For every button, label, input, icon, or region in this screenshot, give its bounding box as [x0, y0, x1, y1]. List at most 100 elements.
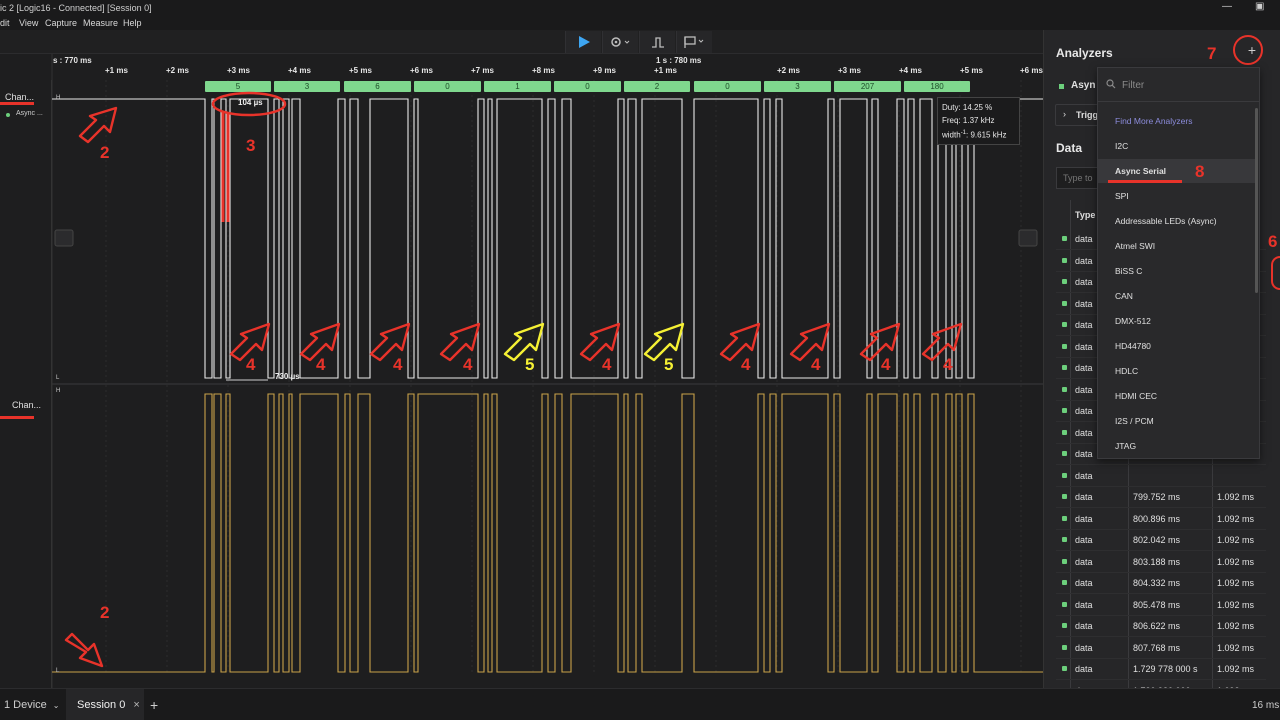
table-row[interactable]: data 806.622 ms 1.092 ms — [1056, 616, 1266, 638]
row-type: data — [1075, 599, 1093, 610]
annotation-circle — [1271, 256, 1280, 290]
dropdown-item-hdlc[interactable]: HDLC — [1098, 359, 1255, 383]
menu-edit[interactable]: dit — [0, 18, 10, 28]
byte-label[interactable]: 3 — [764, 82, 831, 91]
dropdown-scrollbar[interactable] — [1255, 108, 1258, 293]
dropdown-item-i2c[interactable]: I2C — [1098, 134, 1255, 158]
dropdown-item-addressable-leds[interactable]: Addressable LEDs (Async) — [1098, 209, 1255, 233]
table-row[interactable]: data 800.896 ms 1.092 ms — [1056, 509, 1266, 530]
table-row[interactable]: data 804.332 ms 1.092 ms — [1056, 573, 1266, 595]
row-duration: 1.092 ms — [1217, 492, 1255, 502]
start-capture-button[interactable] — [565, 31, 601, 53]
search-icon — [1106, 79, 1116, 89]
menu-capture[interactable]: Capture — [45, 18, 77, 28]
byte-label[interactable]: 3 — [274, 82, 340, 91]
row-status-icon — [1062, 386, 1067, 392]
byte-label[interactable]: 180 — [904, 82, 970, 91]
column-type-header[interactable]: Type — [1075, 210, 1095, 220]
minimize-icon[interactable]: — — [1222, 1, 1232, 12]
channel-1-name[interactable]: Chan... — [12, 400, 41, 410]
row-type: data — [1075, 664, 1093, 674]
dropdown-item-spi[interactable]: SPI — [1098, 184, 1255, 208]
session-tab[interactable]: Session 0 × — [66, 689, 144, 720]
close-icon[interactable]: × — [133, 699, 139, 711]
table-row[interactable]: data 803.188 ms 1.092 ms — [1056, 552, 1266, 573]
row-type: data — [1075, 384, 1093, 395]
analyzers-title: Analyzers — [1056, 46, 1113, 60]
maximize-icon[interactable]: ▣ — [1255, 1, 1264, 12]
table-row[interactable]: data 805.478 ms 1.092 ms — [1056, 595, 1266, 616]
table-row[interactable]: data 807.768 ms 1.092 ms — [1056, 638, 1266, 659]
dropdown-item-biss-c[interactable]: BiSS C — [1098, 259, 1255, 283]
analyzer-dot-icon — [6, 113, 10, 117]
annotation-4: 4 — [316, 355, 326, 374]
row-status-icon — [1062, 494, 1067, 499]
dropdown-filter — [1098, 68, 1259, 102]
byte-label[interactable]: 2 — [624, 82, 690, 91]
row-duration: 1.092 ms — [1217, 513, 1255, 524]
row-status-icon — [1062, 300, 1067, 306]
dropdown-item-i2s-pcm[interactable]: I2S / PCM — [1098, 409, 1255, 433]
dropdown-item-atmel-swi[interactable]: Atmel SWI — [1098, 234, 1255, 258]
byte-label[interactable]: 0 — [414, 82, 481, 91]
width-inverse-value: width-1: 9.615 kHz — [942, 127, 1015, 142]
dropdown-item-dmx512[interactable]: DMX-512 — [1098, 309, 1255, 333]
menu-view[interactable]: View — [19, 18, 38, 28]
byte-label[interactable]: 207 — [834, 82, 901, 91]
table-row[interactable]: data 799.752 ms 1.092 ms — [1056, 487, 1266, 509]
add-tab-button[interactable]: + — [150, 689, 158, 720]
byte-label[interactable]: 1 — [484, 82, 551, 91]
dropdown-filter-input[interactable] — [1122, 77, 1252, 93]
annotation-underline — [0, 102, 34, 105]
row-start: 804.332 ms — [1133, 578, 1181, 588]
row-type: data — [1075, 470, 1093, 481]
dropdown-item-hd44780[interactable]: HD44780 — [1098, 334, 1255, 358]
annotation-underline — [0, 416, 34, 419]
row-status-icon — [1062, 623, 1067, 628]
annotation-4: 4 — [602, 355, 612, 374]
channel-0-name[interactable]: Chan... — [5, 92, 34, 102]
dropdown-item-hdmi-cec[interactable]: HDMI CEC — [1098, 384, 1255, 408]
analyzer-dropdown: Find More Analyzers I2C Async Serial SPI… — [1097, 67, 1260, 459]
row-type: data — [1075, 621, 1093, 631]
chevron-right-icon: › — [1063, 109, 1066, 119]
menu-measure[interactable]: Measure — [83, 18, 118, 28]
row-type: data — [1075, 578, 1093, 588]
dropdown-item-jtag[interactable]: JTAG — [1098, 434, 1255, 458]
capture-settings-button[interactable] — [602, 31, 638, 53]
row-status-icon — [1062, 537, 1067, 542]
channel-0-header[interactable]: Chan... Async ... — [0, 80, 52, 384]
channel-0-high: H — [56, 95, 61, 101]
dropdown-item-can[interactable]: CAN — [1098, 284, 1255, 308]
bottom-right-zoom: 16 ms — [1252, 699, 1280, 711]
marker-button[interactable] — [676, 31, 712, 53]
byte-label[interactable]: 5 — [205, 82, 271, 91]
annotation-underline — [1108, 180, 1182, 183]
row-type: data — [1075, 298, 1093, 309]
trigger-button[interactable] — [639, 31, 675, 53]
table-row[interactable]: data 1.729 778 000 s 1.092 ms — [1056, 659, 1266, 681]
analyzer-item-async[interactable]: Asyn — [1071, 80, 1095, 91]
device-tab[interactable]: 1 Device ⌄ — [0, 689, 64, 720]
annotation-4: 4 — [463, 355, 473, 374]
byte-label[interactable]: 6 — [344, 82, 411, 91]
annotation-6: 6 — [1268, 232, 1278, 251]
row-duration: 1.092 ms — [1217, 556, 1255, 567]
annotation-4: 4 — [741, 355, 751, 374]
table-row[interactable]: data 802.042 ms 1.092 ms — [1056, 530, 1266, 552]
byte-label[interactable]: 0 — [694, 82, 761, 91]
row-type: data — [1075, 234, 1093, 244]
row-type: data — [1075, 427, 1093, 438]
span-label: 730 µs — [275, 372, 300, 381]
row-duration: 1.092 ms — [1217, 578, 1255, 588]
channel-1-header[interactable]: Chan... — [0, 384, 52, 688]
table-row[interactable]: data — [1056, 466, 1266, 487]
dropdown-item-find-more[interactable]: Find More Analyzers — [1098, 109, 1255, 133]
width-inverse-number: : 9.615 kHz — [966, 130, 1007, 140]
annotation-5: 5 — [664, 355, 674, 374]
byte-label[interactable]: 0 — [554, 82, 621, 91]
title-bar: ic 2 [Logic16 - Connected] [Session 0] —… — [0, 0, 1280, 16]
row-status-icon — [1062, 429, 1067, 435]
channel-0-analyzer[interactable]: Async ... — [16, 110, 43, 117]
menu-help[interactable]: Help — [123, 18, 142, 28]
